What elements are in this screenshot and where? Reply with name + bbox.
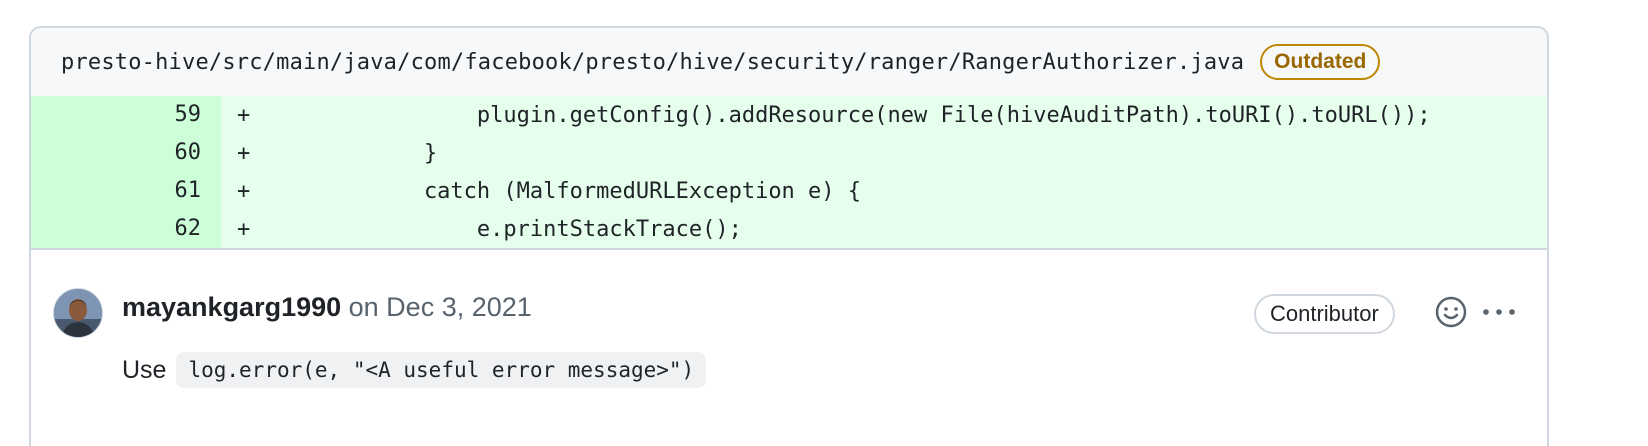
diff-add-marker: +	[237, 102, 251, 128]
diff-add-marker: +	[237, 216, 251, 242]
file-header: presto-hive/src/main/java/com/facebook/p…	[31, 28, 1547, 96]
file-path-link[interactable]: presto-hive/src/main/java/com/facebook/p…	[61, 50, 1244, 75]
outdated-badge: Outdated	[1260, 44, 1381, 80]
review-thread-card: presto-hive/src/main/java/com/facebook/p…	[29, 26, 1549, 446]
diff-line: 60 + }	[31, 134, 1547, 172]
kebab-horizontal-icon	[1483, 309, 1515, 315]
diff-code: }	[265, 140, 438, 166]
comment-header: mayankgarg1990 on Dec 3, 2021	[122, 292, 532, 323]
comment-text: Use	[122, 355, 167, 384]
diff-add-marker: +	[237, 140, 251, 166]
more-options-button[interactable]	[1479, 298, 1519, 326]
inline-code: log.error(e, "<A useful error message>")	[176, 352, 707, 388]
diff-line: 61 + catch (MalformedURLException e) {	[31, 172, 1547, 210]
smiley-icon	[1435, 296, 1467, 328]
avatar[interactable]	[53, 288, 103, 338]
avatar-image	[54, 289, 102, 337]
diff-code: e.printStackTrace();	[265, 216, 742, 242]
line-number[interactable]: 59	[31, 96, 221, 134]
diff-hunk: 59 + plugin.getConfig().addResource(new …	[31, 96, 1547, 248]
review-comment: mayankgarg1990 on Dec 3, 2021 Contributo…	[31, 250, 1547, 446]
diff-line: 59 + plugin.getConfig().addResource(new …	[31, 96, 1547, 134]
diff-add-marker: +	[237, 178, 251, 204]
diff-code: plugin.getConfig().addResource(new File(…	[265, 102, 1431, 128]
diff-line: 62 + e.printStackTrace();	[31, 210, 1547, 248]
line-number[interactable]: 60	[31, 134, 221, 172]
diff-code: catch (MalformedURLException e) {	[265, 178, 862, 204]
line-number[interactable]: 62	[31, 210, 221, 248]
author-link[interactable]: mayankgarg1990	[122, 292, 341, 322]
comment-timestamp[interactable]: on Dec 3, 2021	[341, 292, 532, 322]
add-reaction-button[interactable]	[1434, 295, 1468, 329]
line-number[interactable]: 61	[31, 172, 221, 210]
contributor-badge: Contributor	[1254, 294, 1395, 334]
comment-body: Use log.error(e, "<A useful error messag…	[122, 352, 707, 388]
